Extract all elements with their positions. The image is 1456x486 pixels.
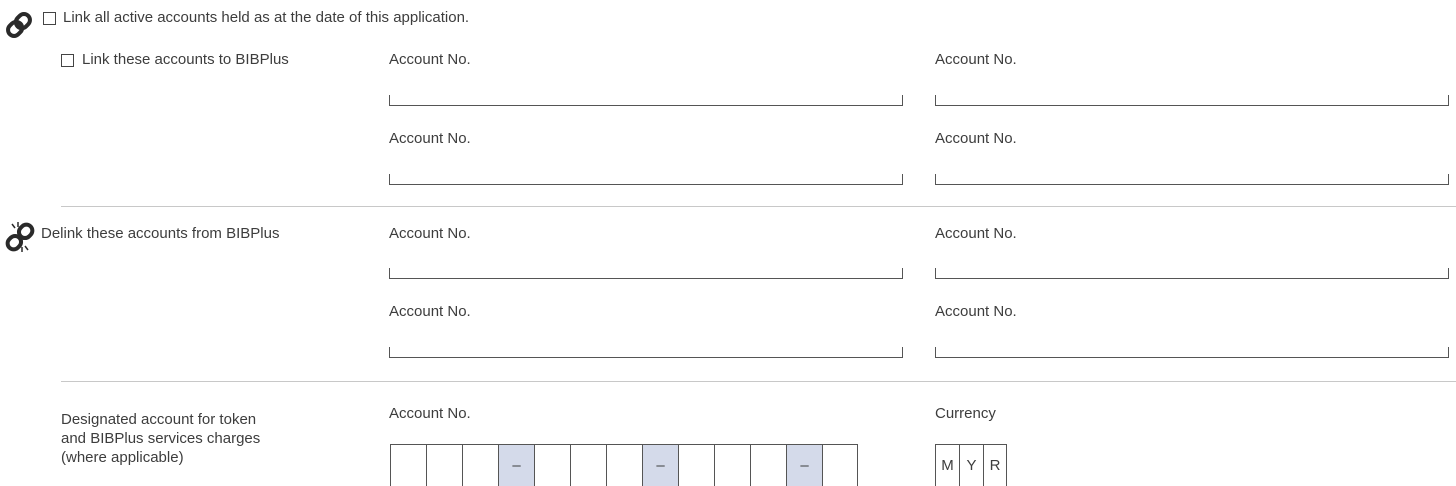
currency-char-box: M: [935, 444, 959, 486]
currency-label: Currency: [935, 405, 996, 422]
link-account-field-1[interactable]: [389, 95, 903, 106]
account-digit-box[interactable]: [534, 444, 570, 486]
delink-account-label-4: Account No.: [935, 303, 1017, 320]
account-digit-box[interactable]: [462, 444, 498, 486]
currency-boxes: M Y R: [935, 444, 1007, 486]
account-digit-box[interactable]: [678, 444, 714, 486]
designated-label-line-3: (where applicable): [61, 449, 184, 466]
account-digit-box[interactable]: [426, 444, 462, 486]
link-account-label-1: Account No.: [389, 51, 471, 68]
link-account-field-3[interactable]: [389, 174, 903, 185]
delink-account-label-2: Account No.: [935, 225, 1017, 242]
currency-char-box: R: [983, 444, 1007, 486]
delink-label: Delink these accounts from BIBPlus: [41, 225, 280, 242]
designated-label-line-1: Designated account for token: [61, 411, 257, 428]
account-digit-box[interactable]: [606, 444, 642, 486]
link-account-label-3: Account No.: [389, 130, 471, 147]
link-all-checkbox[interactable]: [43, 12, 56, 25]
delink-account-field-2[interactable]: [935, 268, 1449, 279]
link-account-field-2[interactable]: [935, 95, 1449, 106]
account-digit-box[interactable]: [390, 444, 426, 486]
account-separator-box: –: [498, 444, 534, 486]
account-separator-box: –: [786, 444, 822, 486]
delink-account-label-3: Account No.: [389, 303, 471, 320]
broken-chain-icon: [5, 222, 35, 252]
account-digit-box[interactable]: [570, 444, 606, 486]
link-all-label: Link all active accounts held as at the …: [63, 9, 470, 26]
designated-label-line-2: and BIBPlus services charges: [61, 430, 261, 447]
account-separator-box: –: [642, 444, 678, 486]
link-chain-icon: [6, 12, 32, 38]
account-digit-box[interactable]: [750, 444, 786, 486]
delink-account-field-3[interactable]: [389, 347, 903, 358]
section-divider-2: [61, 381, 1456, 382]
currency-char-box: Y: [959, 444, 983, 486]
link-these-label: Link these accounts to BIBPlus: [82, 51, 289, 68]
section-divider-1: [61, 206, 1456, 207]
link-account-label-2: Account No.: [935, 51, 1017, 68]
designated-account-boxes: – – –: [390, 444, 858, 486]
account-digit-box[interactable]: [822, 444, 858, 486]
designated-account-label: Account No.: [389, 405, 471, 422]
link-account-field-4[interactable]: [935, 174, 1449, 185]
delink-account-label-1: Account No.: [389, 225, 471, 242]
link-these-checkbox[interactable]: [61, 54, 74, 67]
delink-account-field-4[interactable]: [935, 347, 1449, 358]
account-digit-box[interactable]: [714, 444, 750, 486]
delink-account-field-1[interactable]: [389, 268, 903, 279]
link-account-label-4: Account No.: [935, 130, 1017, 147]
